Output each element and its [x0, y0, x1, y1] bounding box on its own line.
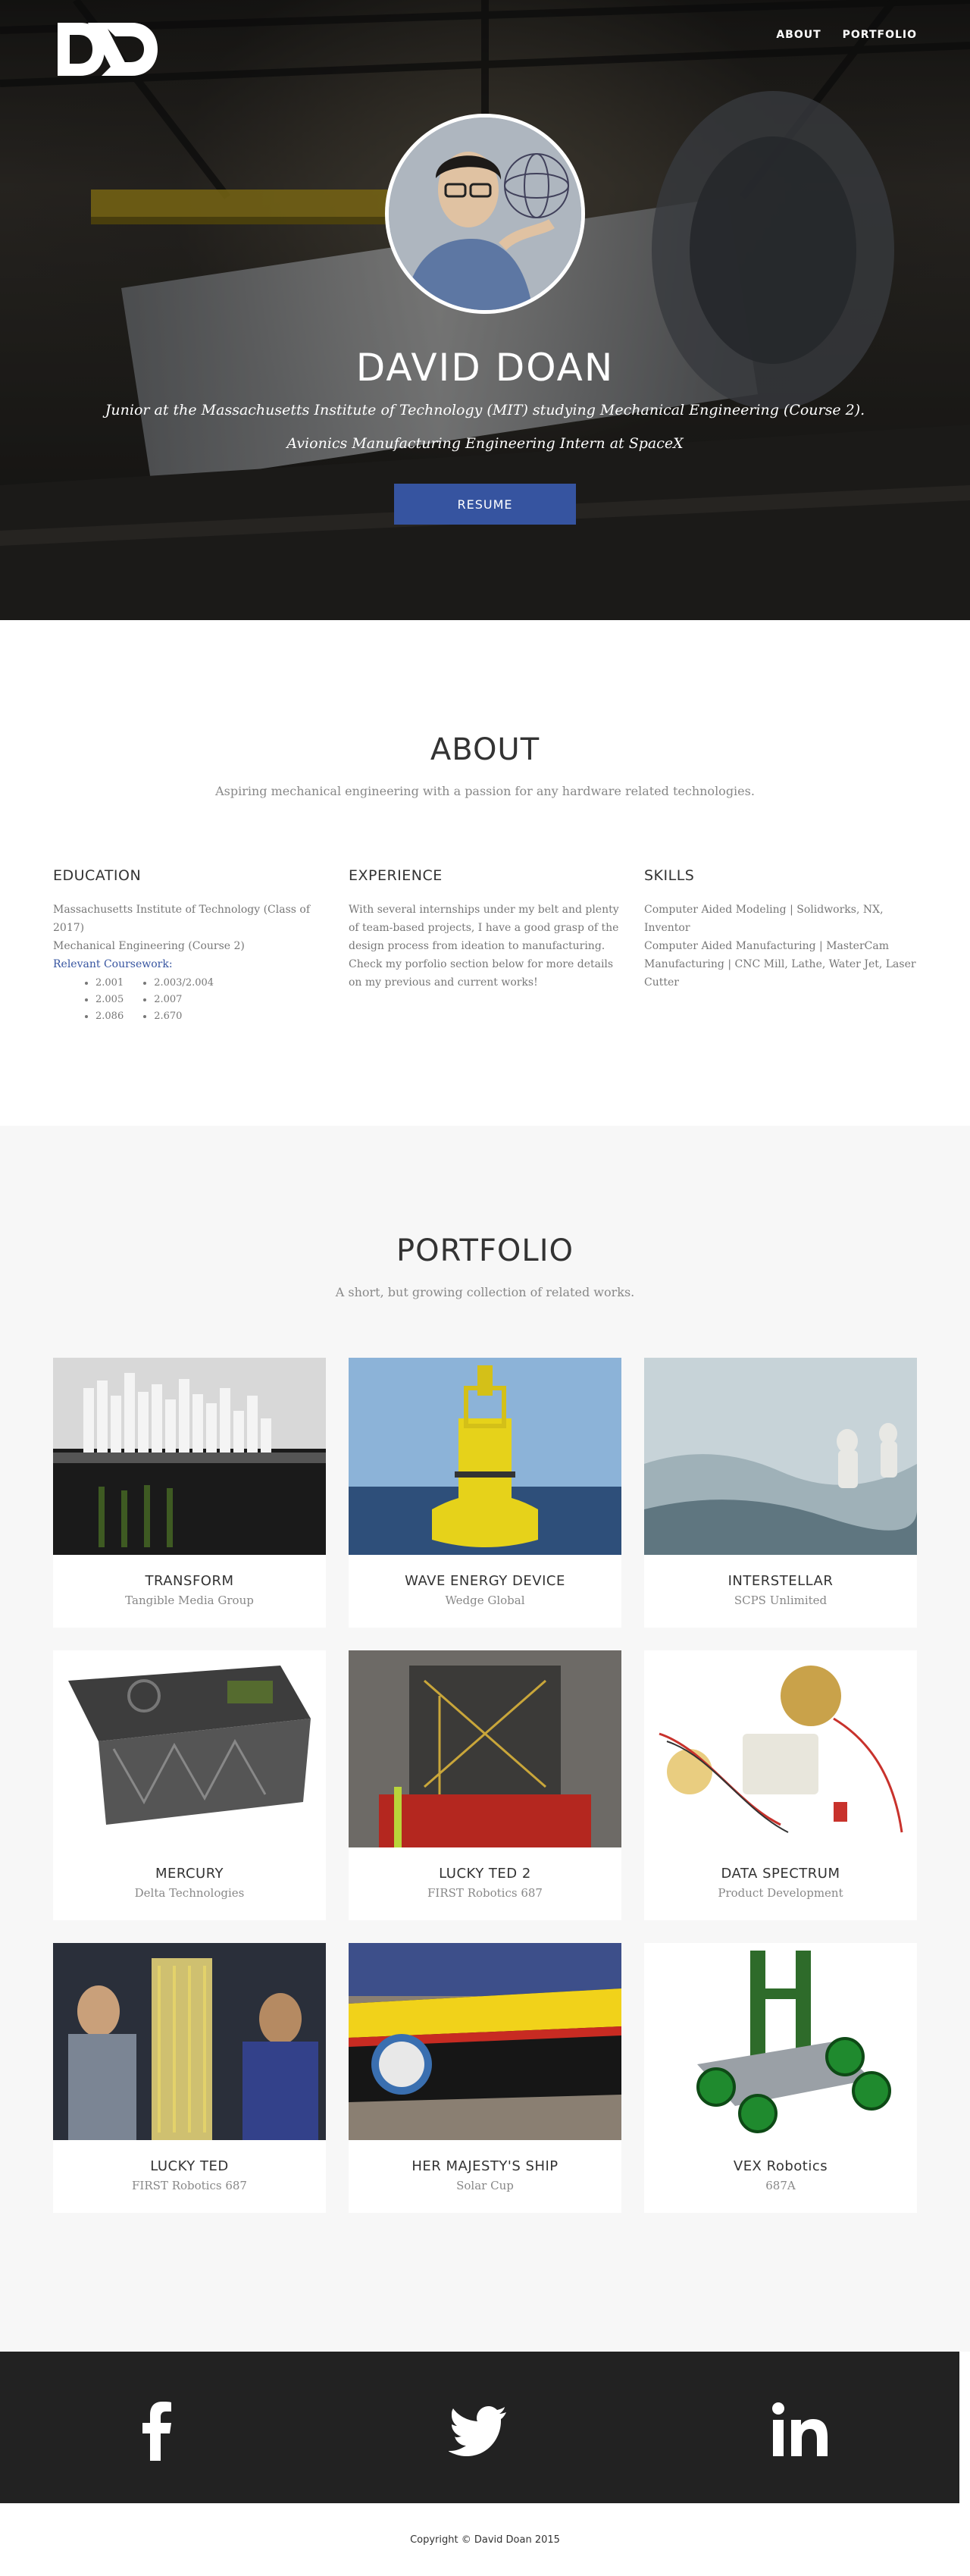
project-thumbnail[interactable]	[53, 1943, 326, 2140]
coursework-list-left: 2.001 2.005 2.086	[95, 975, 124, 1025]
portfolio-section: PORTFOLIO A short, but growing collectio…	[0, 1126, 970, 2352]
project-title: WAVE ENERGY DEVICE	[405, 1573, 565, 1589]
course-item: 2.001	[95, 975, 124, 992]
course-item: 2.003/2.004	[154, 975, 214, 992]
portfolio-card-wave-energy-device[interactable]: WAVE ENERGY DEVICE Wedge Global	[349, 1358, 621, 1628]
portfolio-title: PORTFOLIO	[396, 1233, 574, 1268]
portfolio-card-data-spectrum[interactable]: DATA SPECTRUM Product Development	[644, 1650, 917, 1920]
project-organization: Wedge Global	[445, 1594, 525, 1607]
nav-portfolio-link[interactable]: PORTFOLIO	[843, 29, 917, 41]
coursework-list-right: 2.003/2.004 2.007 2.670	[154, 975, 214, 1025]
project-title: DATA SPECTRUM	[721, 1866, 840, 1882]
project-thumbnail[interactable]	[644, 1358, 917, 1555]
about-columns: EDUCATION Massachusetts Institute of Tec…	[53, 867, 917, 1025]
twitter-icon[interactable]	[449, 2400, 509, 2461]
project-thumbnail[interactable]	[644, 1943, 917, 2140]
skills-manufacturing: Computer Aided Manufacturing | MasterCam…	[644, 940, 916, 989]
portfolio-subtitle: A short, but growing collection of relat…	[335, 1285, 635, 1299]
about-section: ABOUT Aspiring mechanical engineering wi…	[0, 620, 970, 1126]
project-thumbnail[interactable]	[349, 1650, 621, 1847]
about-subtitle: Aspiring mechanical engineering with a p…	[215, 784, 755, 798]
copyright-text: Copyright © David Doan 2015	[0, 2503, 970, 2576]
project-title: LUCKY TED	[150, 2158, 229, 2174]
profile-avatar	[385, 114, 585, 314]
portfolio-card-mercury[interactable]: MERCURY Delta Technologies	[53, 1650, 326, 1920]
project-title: TRANSFORM	[145, 1573, 234, 1589]
portfolio-card-vex-robotics[interactable]: VEX Robotics 687A	[644, 1943, 917, 2213]
project-organization: Delta Technologies	[134, 1886, 245, 1900]
course-item: 2.007	[154, 992, 214, 1008]
project-title: MERCURY	[155, 1866, 224, 1882]
project-organization: Solar Cup	[456, 2179, 514, 2192]
portfolio-card-lucky-ted-2[interactable]: LUCKY TED 2 FIRST Robotics 687	[349, 1650, 621, 1920]
project-thumbnail[interactable]	[53, 1358, 326, 1555]
skills-heading: SKILLS	[644, 867, 695, 884]
project-organization: SCPS Unlimited	[734, 1594, 828, 1607]
coursework-lists: 2.001 2.005 2.086 2.003/2.004 2.007 2.67…	[95, 975, 326, 1025]
hero-section: ABOUT PORTFOLIO DAVID DOAN Junior at the…	[0, 0, 970, 620]
social-links-bar	[0, 2352, 959, 2503]
course-item: 2.670	[154, 1008, 214, 1025]
education-school: Massachusetts Institute of Technology (C…	[53, 904, 311, 934]
project-thumbnail[interactable]	[644, 1650, 917, 1847]
hero-tagline-education: Junior at the Massachusetts Institute of…	[105, 402, 865, 418]
hero-name: DAVID DOAN	[355, 346, 615, 390]
portfolio-card-lucky-ted[interactable]: LUCKY TED FIRST Robotics 687	[53, 1943, 326, 2213]
course-item: 2.086	[95, 1008, 124, 1025]
course-item: 2.005	[95, 992, 124, 1008]
portfolio-card-her-majestys-ship[interactable]: HER MAJESTY'S SHIP Solar Cup	[349, 1943, 621, 2213]
portfolio-card-transform[interactable]: TRANSFORM Tangible Media Group	[53, 1358, 326, 1628]
hero-tagline-job: Avionics Manufacturing Engineering Inter…	[286, 435, 684, 452]
education-heading: EDUCATION	[53, 867, 142, 884]
linkedin-icon[interactable]	[770, 2400, 831, 2461]
project-thumbnail[interactable]	[53, 1650, 326, 1847]
project-title: INTERSTELLAR	[728, 1573, 834, 1589]
experience-heading: EXPERIENCE	[349, 867, 443, 884]
project-organization: FIRST Robotics 687	[132, 2179, 247, 2192]
skills-column: SKILLS Computer Aided Modeling | Solidwo…	[644, 867, 917, 1025]
project-thumbnail[interactable]	[349, 1943, 621, 2140]
project-organization: 687A	[765, 2179, 796, 2192]
experience-column: EXPERIENCE With several internships unde…	[349, 867, 621, 1025]
resume-button[interactable]: RESUME	[394, 484, 576, 525]
nav-about-link[interactable]: ABOUT	[776, 29, 821, 41]
education-column: EDUCATION Massachusetts Institute of Tec…	[53, 867, 326, 1025]
project-organization: FIRST Robotics 687	[427, 1886, 543, 1900]
top-nav: ABOUT PORTFOLIO	[776, 29, 917, 41]
project-title: LUCKY TED 2	[439, 1866, 531, 1882]
project-organization: Tangible Media Group	[125, 1594, 254, 1607]
portfolio-card-interstellar[interactable]: INTERSTELLAR SCPS Unlimited	[644, 1358, 917, 1628]
education-major: Mechanical Engineering (Course 2)	[53, 940, 245, 952]
coursework-label: Relevant Coursework:	[53, 958, 173, 970]
project-thumbnail[interactable]	[349, 1358, 621, 1555]
project-organization: Product Development	[718, 1886, 843, 1900]
profile-photo-illustration	[389, 118, 581, 310]
about-title: ABOUT	[430, 732, 540, 767]
facebook-icon[interactable]	[127, 2400, 188, 2461]
project-title: HER MAJESTY'S SHIP	[411, 2158, 559, 2174]
experience-text: With several internships under my belt a…	[349, 904, 619, 989]
skills-modeling: Computer Aided Modeling | Solidworks, NX…	[644, 904, 884, 934]
dd-logo-icon[interactable]	[58, 23, 158, 76]
project-title: VEX Robotics	[733, 2158, 828, 2174]
